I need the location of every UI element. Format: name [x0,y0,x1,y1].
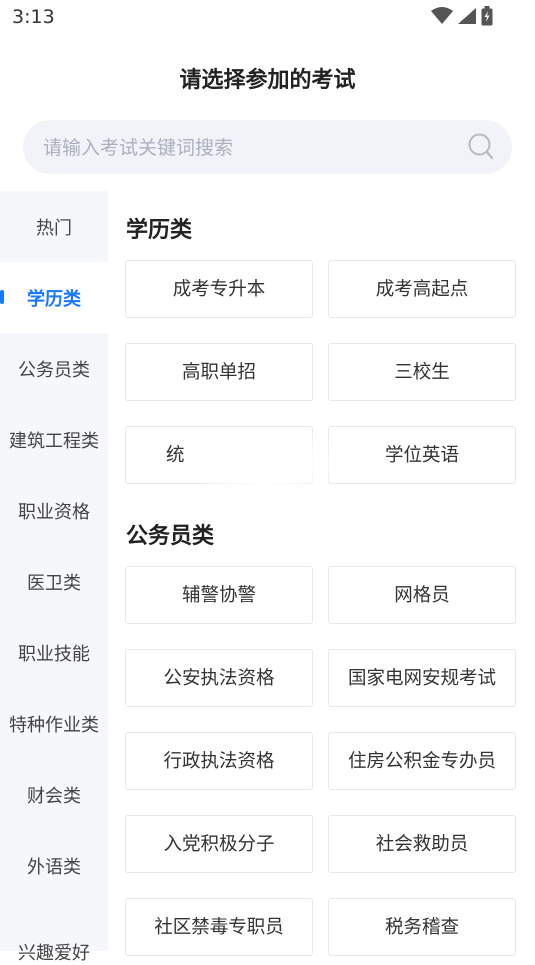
status-time: 3:13 [12,6,55,28]
exam-card[interactable]: 成考高起点 [328,260,516,318]
exam-content: 学历类 成考专升本 成考高起点 高职单招 三校生 统 学位英语 公务员类 辅警协… [108,191,535,956]
sidebar-item-accounting[interactable]: 财会类 [0,759,108,830]
exam-card[interactable]: 公安执法资格 [125,649,313,707]
exam-card[interactable]: 社会救助员 [328,815,516,873]
redaction-blur [185,427,345,497]
sidebar-item-construction[interactable]: 建筑工程类 [0,404,108,475]
sidebar-item-education[interactable]: 学历类 [0,262,108,333]
search-input[interactable] [41,120,445,176]
exam-card[interactable]: 国家电网安规考试 [328,649,516,707]
search-icon[interactable] [468,133,494,165]
exam-card[interactable]: 入党积极分子 [125,815,313,873]
sidebar-item-professional-qualification[interactable]: 职业资格 [0,475,108,546]
wifi-icon [431,7,453,25]
section-title: 公务员类 [126,524,215,549]
exam-card[interactable]: 网格员 [328,566,516,624]
exam-card[interactable]: 社区禁毒专职员 [125,898,313,956]
status-bar: 3:13 [0,0,535,36]
sidebar-item-civil-servant[interactable]: 公务员类 [0,333,108,404]
exam-card[interactable]: 辅警协警 [125,566,313,624]
sidebar-item-special-operations[interactable]: 特种作业类 [0,688,108,759]
signal-icon [457,7,477,25]
exam-card[interactable]: 行政执法资格 [125,732,313,790]
sidebar-item-medical[interactable]: 医卫类 [0,546,108,617]
exam-card[interactable]: 高职单招 [125,343,313,401]
sidebar-item-hobbies[interactable]: 兴趣爱好 [0,901,108,964]
sidebar-item-foreign-language[interactable]: 外语类 [0,830,108,901]
battery-icon [481,6,493,26]
search-bar[interactable] [23,120,512,176]
status-icons [431,6,493,26]
sidebar-item-hot[interactable]: 热门 [0,191,108,262]
sidebar-item-vocational-skills[interactable]: 职业技能 [0,617,108,688]
category-sidebar: 热门 学历类 公务员类 建筑工程类 职业资格 医卫类 职业技能 特种作业类 财会… [0,191,108,964]
section-title: 学历类 [126,218,193,243]
exam-card[interactable]: 住房公积金专办员 [328,732,516,790]
exam-card[interactable]: 税务稽查 [328,898,516,956]
exam-card[interactable]: 三校生 [328,343,516,401]
page-title: 请选择参加的考试 [179,68,356,93]
exam-card[interactable]: 成考专升本 [125,260,313,318]
exam-card[interactable]: 学位英语 [328,426,516,484]
